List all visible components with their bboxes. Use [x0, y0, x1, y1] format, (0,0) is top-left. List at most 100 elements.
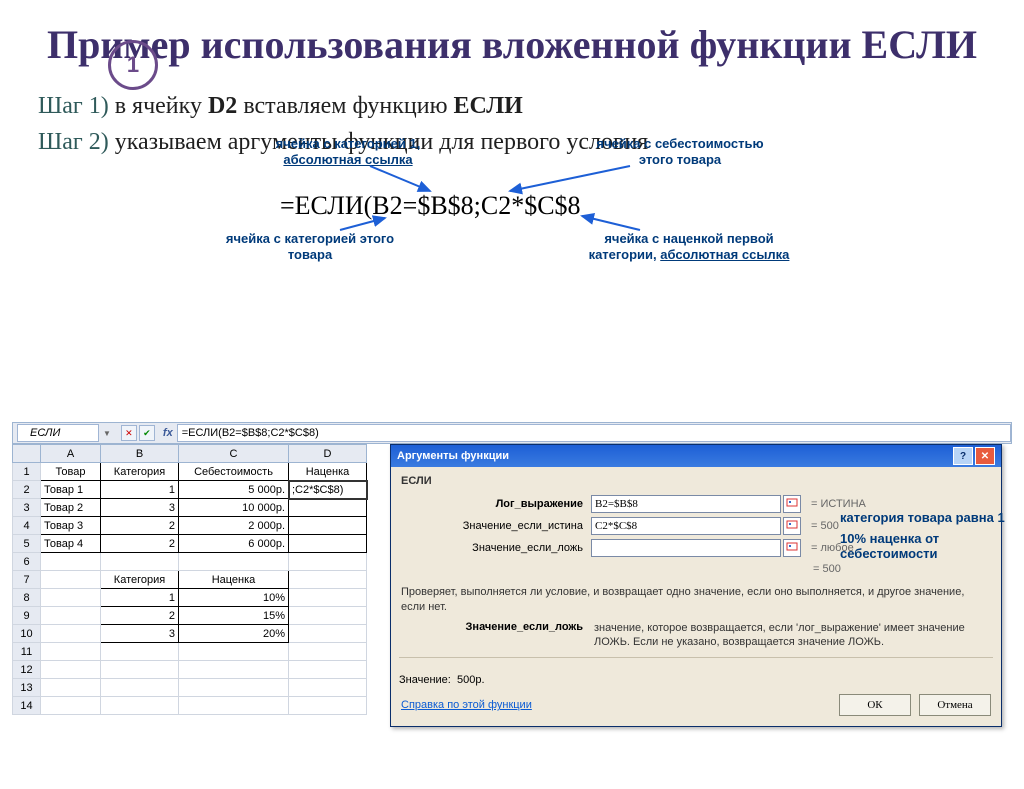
- data-header[interactable]: Категория: [101, 571, 179, 589]
- cell[interactable]: [179, 679, 289, 697]
- spreadsheet-grid[interactable]: A B C D 1 Товар Категория Себестоимость …: [12, 444, 367, 715]
- row-header[interactable]: 6: [13, 553, 41, 571]
- row-header[interactable]: 10: [13, 625, 41, 643]
- cell[interactable]: 3: [101, 625, 179, 643]
- cell[interactable]: 5 000р.: [179, 481, 289, 499]
- col-header-C[interactable]: C: [179, 445, 289, 463]
- row-header[interactable]: 1: [13, 463, 41, 481]
- row-header[interactable]: 2: [13, 481, 41, 499]
- cell[interactable]: [41, 607, 101, 625]
- cell[interactable]: [289, 661, 367, 679]
- col-header-A[interactable]: A: [41, 445, 101, 463]
- cell[interactable]: [41, 643, 101, 661]
- step-1: Шаг 1) в ячейку D2 вставляем функцию ЕСЛ…: [38, 88, 986, 124]
- cell[interactable]: [41, 679, 101, 697]
- cell[interactable]: [101, 697, 179, 715]
- cancel-button[interactable]: Отмена: [919, 694, 991, 716]
- help-icon[interactable]: ?: [953, 447, 973, 465]
- cancel-formula-icon[interactable]: ✕: [121, 425, 137, 441]
- cell[interactable]: Товар 3: [41, 517, 101, 535]
- cell[interactable]: [289, 625, 367, 643]
- cell[interactable]: 20%: [179, 625, 289, 643]
- data-header[interactable]: Себестоимость: [179, 463, 289, 481]
- row-header[interactable]: 14: [13, 697, 41, 715]
- step1-label: Шаг 1): [38, 93, 109, 119]
- cell[interactable]: [289, 553, 367, 571]
- cell[interactable]: [41, 625, 101, 643]
- data-header[interactable]: Наценка: [179, 571, 289, 589]
- annot-3-l2: товара: [288, 247, 332, 262]
- range-picker-icon[interactable]: [783, 517, 801, 535]
- cell[interactable]: [41, 571, 101, 589]
- arg1-label: Лог_выражение: [401, 498, 591, 510]
- cell[interactable]: 2: [101, 535, 179, 553]
- name-box[interactable]: ЕСЛИ: [17, 424, 99, 442]
- cell[interactable]: [179, 697, 289, 715]
- arg2-label: Значение_если_истина: [401, 520, 591, 532]
- formula-display: =ЕСЛИ(B2=$B$8;C2*$C$8: [280, 191, 581, 221]
- cell[interactable]: 10 000р.: [179, 499, 289, 517]
- cell-D2-selected[interactable]: ;C2*$C$8): [289, 481, 367, 499]
- arg2-input[interactable]: [591, 517, 781, 535]
- arg1-input[interactable]: [591, 495, 781, 513]
- cell[interactable]: 6 000р.: [179, 535, 289, 553]
- cell[interactable]: [289, 589, 367, 607]
- row-header[interactable]: 7: [13, 571, 41, 589]
- cell[interactable]: 1: [101, 589, 179, 607]
- cell[interactable]: 2: [101, 607, 179, 625]
- arg3-input[interactable]: [591, 539, 781, 557]
- cell[interactable]: [179, 643, 289, 661]
- cell[interactable]: 1: [101, 481, 179, 499]
- close-icon[interactable]: ✕: [975, 447, 995, 465]
- select-all[interactable]: [13, 445, 41, 463]
- cell[interactable]: 10%: [179, 589, 289, 607]
- cell[interactable]: [289, 697, 367, 715]
- fx-icon[interactable]: fx: [159, 427, 177, 439]
- row-header[interactable]: 4: [13, 517, 41, 535]
- cell[interactable]: [101, 643, 179, 661]
- cell[interactable]: [289, 499, 367, 517]
- cell[interactable]: [101, 553, 179, 571]
- cell[interactable]: 15%: [179, 607, 289, 625]
- dialog-titlebar[interactable]: Аргументы функции ? ✕: [391, 445, 1001, 467]
- accept-formula-icon[interactable]: ✔: [139, 425, 155, 441]
- ok-button[interactable]: ОК: [839, 694, 911, 716]
- col-header-B[interactable]: B: [101, 445, 179, 463]
- cell[interactable]: [101, 661, 179, 679]
- help-link[interactable]: Справка по этой функции: [401, 699, 532, 711]
- row-header[interactable]: 9: [13, 607, 41, 625]
- data-header[interactable]: Категория: [101, 463, 179, 481]
- namebox-dropdown-icon[interactable]: ▼: [103, 429, 111, 438]
- range-picker-icon[interactable]: [783, 539, 801, 557]
- cell[interactable]: [41, 661, 101, 679]
- cell[interactable]: [101, 679, 179, 697]
- cell[interactable]: [289, 535, 367, 553]
- cell[interactable]: [289, 607, 367, 625]
- data-header[interactable]: Товар: [41, 463, 101, 481]
- row-header[interactable]: 13: [13, 679, 41, 697]
- cell[interactable]: [179, 661, 289, 679]
- cell[interactable]: 2 000р.: [179, 517, 289, 535]
- cell[interactable]: 2: [101, 517, 179, 535]
- cell[interactable]: 3: [101, 499, 179, 517]
- cell[interactable]: [41, 589, 101, 607]
- row-header[interactable]: 5: [13, 535, 41, 553]
- cell[interactable]: [289, 643, 367, 661]
- cell[interactable]: [179, 553, 289, 571]
- row-header[interactable]: 8: [13, 589, 41, 607]
- cell[interactable]: Товар 1: [41, 481, 101, 499]
- col-header-D[interactable]: D: [289, 445, 367, 463]
- range-picker-icon[interactable]: [783, 495, 801, 513]
- cell[interactable]: Товар 4: [41, 535, 101, 553]
- cell[interactable]: [289, 679, 367, 697]
- row-header[interactable]: 12: [13, 661, 41, 679]
- row-header[interactable]: 11: [13, 643, 41, 661]
- cell[interactable]: [41, 553, 101, 571]
- row-header[interactable]: 3: [13, 499, 41, 517]
- formula-bar[interactable]: =ЕСЛИ(B2=$B$8;C2*$C$8): [177, 424, 1011, 442]
- cell[interactable]: [41, 697, 101, 715]
- cell[interactable]: [289, 517, 367, 535]
- cell[interactable]: Товар 2: [41, 499, 101, 517]
- cell[interactable]: [289, 571, 367, 589]
- data-header[interactable]: Наценка: [289, 463, 367, 481]
